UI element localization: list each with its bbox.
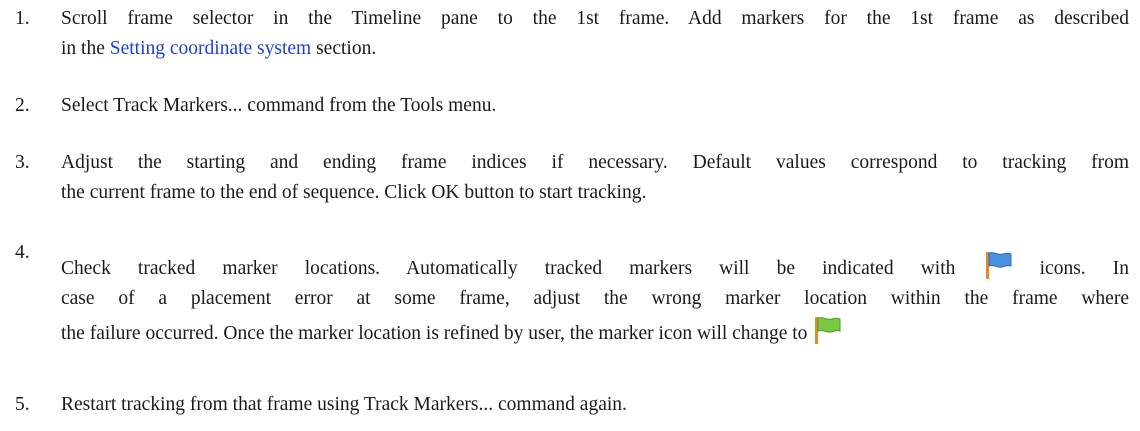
text-run: in the (61, 38, 110, 59)
instruction-list: 1. Scroll frame selector in the Timeline… (0, 0, 1140, 431)
text-run: icons. In (1039, 258, 1130, 279)
blue-flag-icon (985, 252, 1011, 279)
step-line: the failure occurred. Once the marker lo… (61, 314, 1129, 354)
step-line: case of a placement error at some frame,… (61, 288, 1129, 309)
text-run: the failure occurred. Once the marker lo… (61, 323, 808, 344)
step-number: 3. (15, 152, 30, 173)
step-text: Restart tracking from that frame using T… (61, 390, 1129, 420)
step-text: Scroll frame selector in the Timeline pa… (61, 4, 1129, 64)
step-text: Check tracked marker locations. Automati… (61, 250, 1129, 354)
step-line: Check tracked marker locations. Automati… (61, 250, 1129, 284)
step-number: 1. (15, 8, 30, 29)
step-line: Select Track Markers... command from the… (61, 95, 497, 116)
step-line: in the Setting coordinate system section… (61, 34, 1129, 64)
step-line: Restart tracking from that frame using T… (61, 394, 627, 415)
step-number: 4. (15, 242, 30, 263)
step-line: Adjust the starting and ending frame ind… (61, 152, 1129, 173)
green-flag-icon (815, 317, 841, 344)
step-text: Adjust the starting and ending frame ind… (61, 148, 1129, 208)
step-line: the current frame to the end of sequence… (61, 182, 647, 203)
step-number: 5. (15, 394, 30, 415)
step-line: Scroll frame selector in the Timeline pa… (61, 8, 1129, 29)
step-number: 2. (15, 95, 30, 116)
text-run: Check tracked marker locations. Automati… (61, 258, 956, 279)
text-run: section. (311, 38, 377, 59)
step-text: Select Track Markers... command from the… (61, 91, 1129, 121)
setting-coordinate-system-link[interactable]: Setting coordinate system (110, 38, 311, 59)
